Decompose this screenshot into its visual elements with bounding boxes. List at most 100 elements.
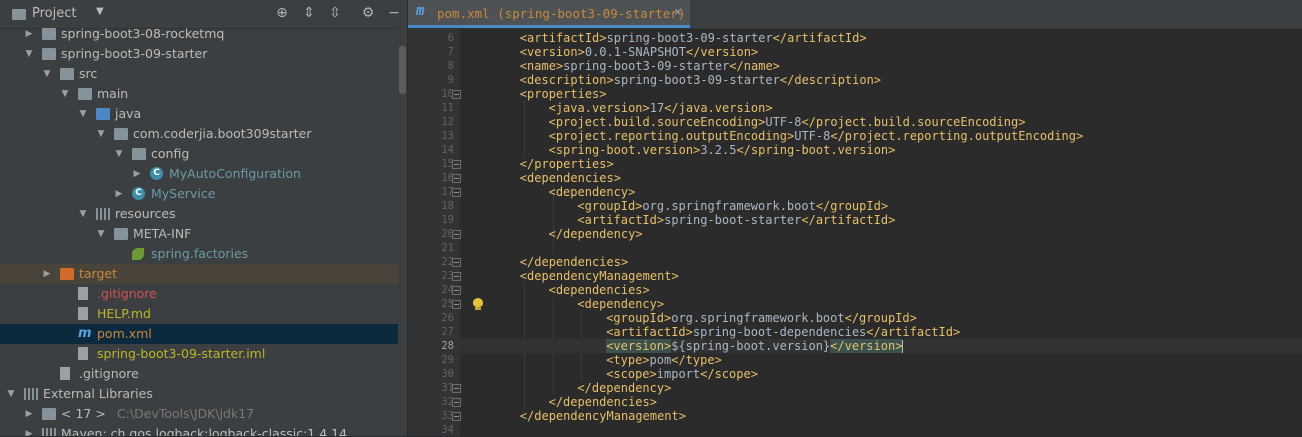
code-line[interactable]: <type>pom</type> [606, 353, 722, 367]
code-line[interactable]: </dependencyManagement> [520, 409, 686, 423]
xml-tag: </artifactId> [801, 213, 896, 227]
tree-item[interactable]: .gitignore [0, 284, 398, 304]
code-line[interactable]: <artifactId>spring-boot3-09-starter</art… [520, 31, 867, 45]
tree-item[interactable]: ▼ config [0, 144, 398, 164]
gear-icon[interactable]: ⚙ [360, 5, 376, 21]
iml-file-icon [78, 347, 88, 360]
line-number: 17 [441, 186, 454, 198]
editor-area: m pom.xml (spring-boot3-09-starter) × 6 7… [408, 0, 1302, 436]
intention-bulb-icon[interactable] [472, 297, 484, 311]
code-line[interactable]: <dependency> [549, 185, 636, 199]
code-line[interactable]: </dependency> [549, 227, 643, 241]
code-line[interactable]: <version>${spring-boot.version}</version… [606, 339, 904, 353]
xml-tag: </artifactId> [772, 31, 867, 45]
tree-item[interactable]: ▼ com.coderjia.boot309starter [0, 124, 398, 144]
code-line[interactable]: <dependency> [577, 297, 664, 311]
code-line[interactable]: <project.build.sourceEncoding>UTF-8</pro… [549, 115, 1026, 129]
sdk-path-label: C:\DevTools\JDK\jdk17 [117, 406, 255, 421]
tree-item[interactable]: ▶ C MyService [0, 184, 398, 204]
expanded-arrow-icon[interactable]: ▼ [96, 224, 106, 244]
tree-scrollbar[interactable] [398, 28, 407, 436]
code-line[interactable]: </dependencies> [520, 255, 628, 269]
collapsed-arrow-icon[interactable]: ▶ [24, 404, 34, 424]
code-line[interactable]: <artifactId>spring-boot-starter</artifac… [577, 213, 895, 227]
folder-icon [78, 88, 92, 100]
collapsed-arrow-icon[interactable]: ▶ [114, 184, 124, 204]
code-line[interactable]: <scope>import</scope> [606, 367, 758, 381]
xml-text: spring-boot3-09-starter [613, 73, 780, 87]
line-number: 27 [441, 326, 454, 338]
code-line[interactable]: <version>0.0.1-SNAPSHOT</version> [520, 45, 758, 59]
xml-tag: </name> [729, 59, 780, 73]
collapsed-arrow-icon[interactable]: ▶ [42, 264, 52, 284]
xml-tag: </java.version> [664, 101, 773, 115]
libraries-icon [24, 388, 38, 400]
xml-text: org.springframework.boot [671, 311, 845, 325]
package-icon [114, 128, 128, 140]
collapsed-arrow-icon[interactable]: ▶ [24, 424, 34, 436]
gitignore-file-icon [60, 367, 70, 380]
code-line[interactable]: <groupId>org.springframework.boot</group… [577, 199, 888, 213]
locate-icon[interactable]: ⊕ [274, 5, 290, 21]
tree-item[interactable]: ▼ META-INF [0, 224, 398, 244]
xml-tag: <properties> [519, 87, 607, 101]
tree-item[interactable]: HELP.md [0, 304, 398, 324]
tree-item[interactable]: ▼ spring-boot3-09-starter [0, 44, 398, 64]
expanded-arrow-icon[interactable]: ▼ [78, 204, 88, 224]
code-line[interactable]: </properties> [520, 157, 614, 171]
tree-item[interactable]: ▶ < 17 > C:\DevTools\JDK\jdk17 [0, 404, 398, 424]
code-editor[interactable]: <artifactId>spring-boot3-09-starter</art… [460, 28, 1302, 436]
collapsed-arrow-icon[interactable]: ▶ [132, 164, 142, 184]
xml-tag: </groupId> [815, 199, 889, 213]
tree-item[interactable]: spring.factories [0, 244, 398, 264]
project-tool-window: Project ▼ ⊕ ⇕ ⇳ ⚙ − ▶ spring-boot3-08-roc… [0, 0, 407, 436]
code-line[interactable]: <project.reporting.outputEncoding>UTF-8<… [549, 129, 1084, 143]
tree-item[interactable]: .gitignore [0, 364, 398, 384]
tree-item[interactable]: ▼ External Libraries [0, 384, 398, 404]
xml-text: spring-boot3-09-starter [606, 31, 773, 45]
tree-item[interactable]: ▼ java [0, 104, 398, 124]
code-line[interactable]: </dependencies> [549, 395, 657, 409]
code-line[interactable]: <dependencies> [520, 171, 621, 185]
close-icon[interactable]: × [674, 5, 682, 20]
expanded-arrow-icon[interactable]: ▼ [96, 124, 106, 144]
tree-item[interactable]: ▶ target [0, 264, 398, 284]
code-line[interactable]: <spring-boot.version>3.2.5</spring-boot.… [549, 143, 896, 157]
chevron-down-icon[interactable]: ▼ [96, 6, 104, 17]
class-icon: C [150, 167, 163, 180]
tree-item[interactable]: ▶ C MyAutoConfiguration [0, 164, 398, 184]
expand-all-icon[interactable]: ⇕ [301, 5, 317, 21]
expanded-arrow-icon[interactable]: ▼ [114, 144, 124, 164]
line-number: 15 [441, 158, 454, 170]
tab-pom-xml[interactable]: m pom.xml (spring-boot3-09-starter) × [408, 0, 690, 28]
collapse-all-icon[interactable]: ⇳ [327, 5, 343, 21]
code-line[interactable]: <properties> [520, 87, 607, 101]
project-view-title[interactable]: Project [32, 6, 76, 21]
xml-tag: <version> [519, 45, 585, 59]
tree-item[interactable]: ▼ main [0, 84, 398, 104]
tree-item[interactable]: ▼ src [0, 64, 398, 84]
code-line[interactable]: <dependencyManagement> [520, 269, 679, 283]
tree-item[interactable]: ▶ spring-boot3-08-rocketmq [0, 28, 398, 44]
scrollbar-thumb[interactable] [399, 46, 406, 94]
tree-item[interactable]: ▼ resources [0, 204, 398, 224]
collapsed-arrow-icon[interactable]: ▶ [24, 28, 34, 44]
code-line[interactable]: <name>spring-boot3-09-starter</name> [520, 59, 780, 73]
xml-tag: </version> [685, 45, 759, 59]
code-line[interactable]: <java.version>17</java.version> [549, 101, 773, 115]
expanded-arrow-icon[interactable]: ▼ [24, 44, 34, 64]
expanded-arrow-icon[interactable]: ▼ [42, 64, 52, 84]
tree-item[interactable]: ▶ Maven: ch.qos.logback:logback-classic:1… [0, 424, 398, 436]
code-line[interactable]: <dependencies> [549, 283, 650, 297]
code-line[interactable]: <groupId>org.springframework.boot</group… [606, 311, 917, 325]
minimize-icon[interactable]: − [386, 5, 402, 21]
code-line[interactable]: <artifactId>spring-boot-dependencies</ar… [606, 325, 960, 339]
tree-item[interactable]: m pom.xml [0, 324, 398, 344]
expanded-arrow-icon[interactable]: ▼ [6, 384, 16, 404]
code-line[interactable]: <description>spring-boot3-09-starter</de… [520, 73, 881, 87]
tree-item[interactable]: spring-boot3-09-starter.iml [0, 344, 398, 364]
xml-tag: </project.build.sourceEncoding> [801, 115, 1026, 129]
expanded-arrow-icon[interactable]: ▼ [78, 104, 88, 124]
code-line[interactable]: </dependency> [577, 381, 671, 395]
expanded-arrow-icon[interactable]: ▼ [60, 84, 70, 104]
